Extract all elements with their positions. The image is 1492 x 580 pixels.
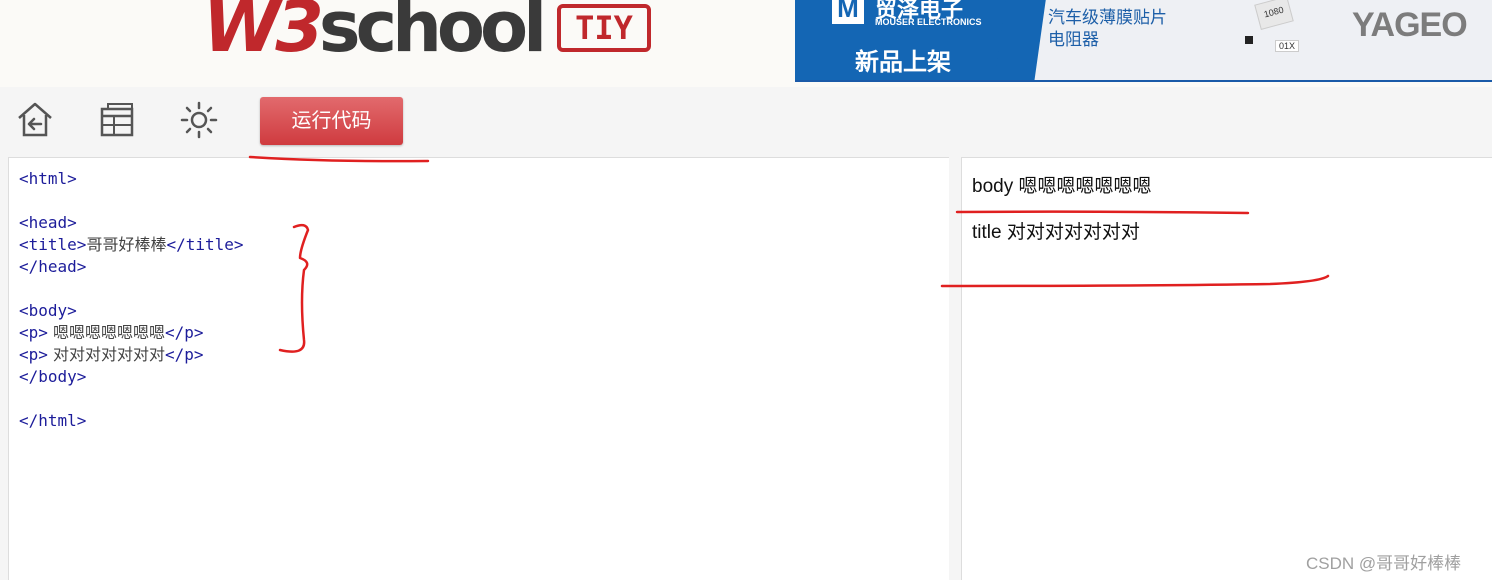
logo-w3: W3 (203, 0, 324, 68)
logo-school: school (318, 0, 547, 68)
code-line: </head> (19, 257, 87, 276)
code-line: <head> (19, 213, 77, 232)
ad-new-products: 新品上架 (855, 49, 951, 76)
resistor-chip-icon: 1080 (1254, 0, 1294, 30)
site-header: W3school TIY M 贸泽电子 MOUSER ELECTRONICS 新… (0, 0, 1492, 87)
code-line: </body> (19, 367, 87, 386)
run-code-button[interactable]: 运行代码 (260, 97, 403, 145)
code-line: </html> (19, 411, 87, 430)
editor-toolbar: 运行代码 (0, 87, 1492, 155)
w3school-logo[interactable]: W3school (203, 0, 547, 68)
output-paragraph: title 对对对对对对对 (972, 222, 1140, 243)
result-preview: body 嗯嗯嗯嗯嗯嗯嗯 title 对对对对对对对 (961, 157, 1492, 580)
code-line: <p> 嗯嗯嗯嗯嗯嗯嗯</p> (19, 323, 204, 342)
output-paragraph: body 嗯嗯嗯嗯嗯嗯嗯 (972, 176, 1152, 197)
code-line: <title>哥哥好棒棒</title> (19, 235, 244, 254)
code-line: <body> (19, 301, 77, 320)
csdn-watermark: CSDN @哥哥好棒棒 (1306, 554, 1462, 573)
ad-partner-logo: YAGEO (1352, 6, 1468, 44)
resistor-chip-small-icon: 01X (1275, 40, 1299, 52)
tiy-badge: TIY (557, 4, 651, 52)
ad-brand-subtitle: MOUSER ELECTRONICS (875, 17, 982, 27)
code-line: <p> 对对对对对对对</p> (19, 345, 204, 364)
ad-product-line2: 电阻器 (1048, 30, 1099, 49)
resistor-chip-dark-icon (1245, 36, 1253, 44)
home-back-icon[interactable] (15, 100, 55, 140)
theme-sun-icon[interactable] (179, 100, 219, 140)
mouser-logo-icon: M (832, 0, 864, 24)
layout-icon[interactable] (97, 100, 137, 140)
code-editor[interactable]: <html> <head> <title>哥哥好棒棒</title> </hea… (8, 157, 949, 580)
advertisement-banner[interactable]: M 贸泽电子 MOUSER ELECTRONICS 新品上架 汽车级薄膜贴片 电… (795, 0, 1492, 82)
code-line: <html> (19, 169, 77, 188)
